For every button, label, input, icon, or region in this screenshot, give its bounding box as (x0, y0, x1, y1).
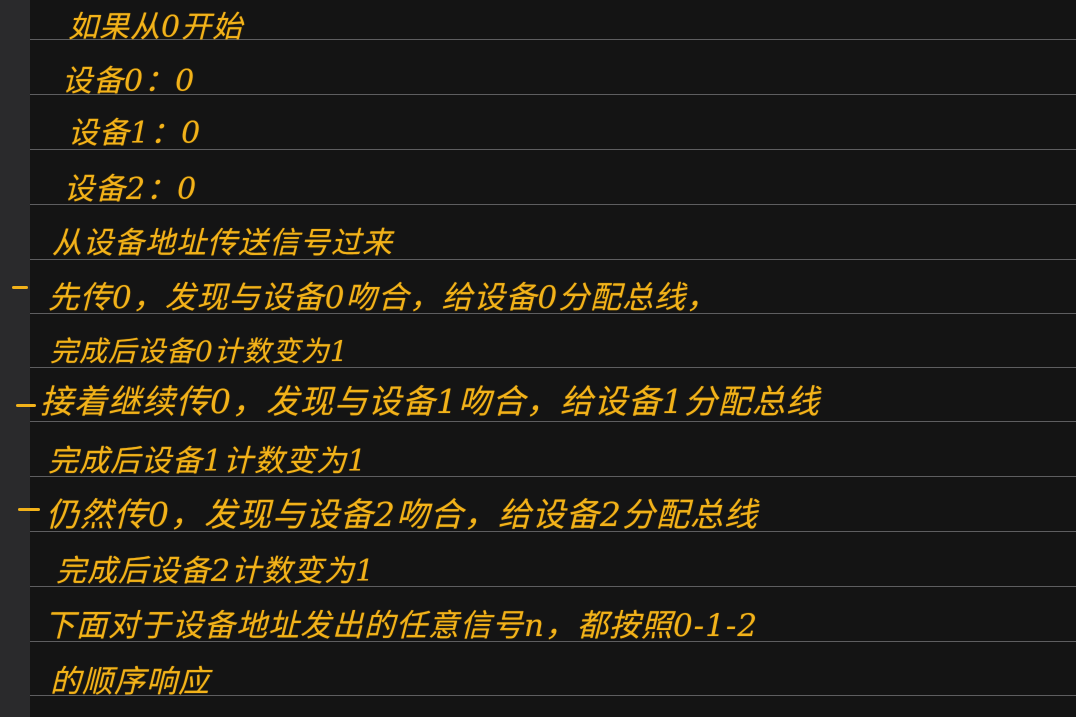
note-line-13: 的顺序响应 (50, 664, 210, 700)
bullet-dash (16, 404, 36, 407)
note-line-9: 完成后设备1计数变为1 (48, 444, 368, 479)
note-line-7: 完成后设备0计数变为1 (50, 335, 349, 368)
note-line-3: 设备1：0 (68, 116, 202, 151)
note-line-1: 如果从0开始 (68, 10, 244, 45)
note-line-6: 先传0，发现与设备0吻合，给设备0分配总线， (48, 280, 719, 316)
note-line-8: 接着继续传0，发现与设备1吻合，给设备1分配总线 (40, 382, 820, 421)
left-margin-strip (0, 0, 30, 717)
note-line-12: 下面对于设备地址发出的任意信号n，都按照0-1-2 (44, 608, 759, 644)
note-line-2: 设备0：0 (62, 64, 196, 99)
note-line-4: 设备2：0 (64, 172, 198, 207)
bullet-dash (18, 508, 40, 511)
bullet-dash (12, 286, 28, 289)
note-line-11: 完成后设备2计数变为1 (56, 554, 376, 589)
handwritten-note-page: 如果从0开始 设备0：0 设备1：0 设备2：0 从设备地址传送信号过来 先传0… (0, 0, 1076, 717)
note-line-10: 仍然传0，发现与设备2吻合，给设备2分配总线 (46, 495, 758, 534)
note-line-5: 从设备地址传送信号过来 (52, 226, 393, 261)
